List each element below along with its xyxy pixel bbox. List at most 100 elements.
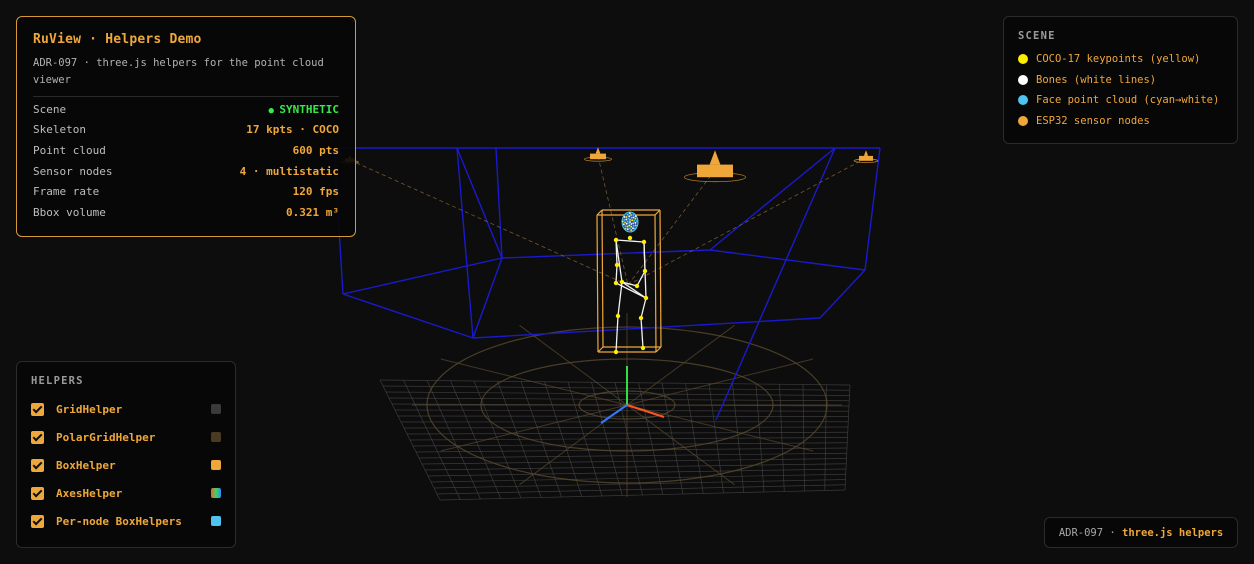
face-point (634, 215, 637, 218)
face-point (625, 216, 628, 218)
stat-label: Skeleton (33, 123, 86, 137)
face-point (626, 213, 629, 216)
helper-toggle-row[interactable]: GridHelper (31, 395, 221, 423)
helper-checkbox[interactable] (31, 430, 44, 444)
bone (640, 317, 644, 349)
helper-checkbox[interactable] (31, 458, 44, 472)
legend-item: Bones (white lines) (1018, 70, 1223, 91)
helper-label[interactable]: GridHelper (56, 403, 211, 416)
legend-item: COCO-17 keypoints (yellow) (1018, 49, 1223, 70)
keypoint (614, 262, 620, 268)
sensor-node-icon (859, 155, 873, 161)
helper-toggle-row[interactable]: Per-node BoxHelpers (31, 507, 221, 535)
legend-dot-icon (1018, 74, 1028, 85)
face-point (629, 227, 631, 230)
face-point (622, 223, 625, 226)
face-point (633, 219, 636, 222)
room-edge (819, 269, 866, 319)
face-point (626, 220, 629, 223)
helper-color-swatch (211, 404, 221, 414)
face-point (629, 219, 631, 221)
helper-toggle-row[interactable]: AxesHelper (31, 479, 221, 507)
polar-spoke (626, 324, 735, 406)
face-point (630, 216, 633, 219)
stat-label: Frame rate (33, 185, 100, 199)
face-point (632, 227, 634, 230)
bone (636, 270, 646, 287)
helper-label[interactable]: AxesHelper (56, 487, 211, 500)
helper-color-swatch (211, 516, 221, 526)
bbox-edge (654, 214, 657, 353)
stat-value: 4 · multistatic (239, 164, 339, 178)
face-point (621, 220, 624, 223)
room-edge (456, 147, 503, 259)
keypoint (613, 349, 619, 355)
room-edge (472, 317, 821, 339)
legend-label: ESP32 sensor nodes (1036, 115, 1150, 128)
keypoint (643, 295, 649, 301)
keypoint (640, 345, 646, 351)
face-point (627, 217, 630, 220)
face-point (630, 223, 633, 225)
stat-label: Point cloud (33, 143, 106, 157)
stat-value: 120 fps (292, 185, 339, 199)
face-point (628, 222, 630, 224)
legend-item: ESP32 sensor nodes (1018, 111, 1223, 132)
scene-legend-panel: SCENE COCO-17 keypoints (yellow) Bones (w… (1003, 16, 1238, 144)
helper-color-swatch (211, 460, 221, 470)
info-panel: RuView · Helpers Demo ADR-097 · three.js… (16, 16, 356, 237)
helper-checkbox[interactable] (31, 486, 44, 500)
face-point (624, 225, 627, 228)
face-point (624, 221, 626, 224)
helper-toggle-row[interactable]: PolarGridHelper (31, 423, 221, 451)
stat-row: Point cloud 600 pts (33, 140, 339, 161)
face-point (625, 222, 628, 225)
room-edge (715, 147, 836, 421)
keypoint (634, 283, 640, 289)
helper-checkbox[interactable] (31, 402, 44, 416)
bbox-edge (596, 209, 603, 216)
sensor-node-antenna-icon (709, 150, 721, 165)
face-point (626, 228, 629, 231)
footer-prefix: ADR-097 · (1058, 526, 1123, 539)
stat-value: 17 kpts · COCO (246, 123, 339, 137)
grid-line (379, 379, 851, 386)
room-edge (472, 257, 503, 339)
helper-label[interactable]: Per-node BoxHelpers (56, 515, 211, 528)
face-point (634, 224, 637, 227)
room-edge (864, 147, 881, 271)
status-text: SYNTHETIC (279, 102, 339, 116)
legend-label: COCO-17 keypoints (yellow) (1036, 53, 1201, 66)
keypoint (638, 315, 644, 321)
app-title: RuView · Helpers Demo (33, 32, 202, 47)
helpers-list: GridHelper PolarGridHelper BoxHelper AxesHe… (31, 395, 221, 535)
helper-label[interactable]: BoxHelper (56, 459, 211, 472)
keypoint (627, 235, 633, 241)
room-edge (709, 249, 866, 271)
helper-checkbox[interactable] (31, 514, 44, 528)
helpers-panel: HELPERS GridHelper PolarGridHelper BoxHelp… (16, 361, 236, 548)
scene-legend-title: SCENE (1018, 30, 1056, 42)
footer-badge: ADR-097 · three.js helpers (1044, 517, 1238, 548)
keypoint (619, 279, 625, 285)
bbox-edge (601, 209, 604, 348)
stat-row: Frame rate 120 fps (33, 181, 339, 202)
face-point (625, 218, 628, 221)
face-point (626, 225, 629, 228)
helper-toggle-row[interactable]: BoxHelper (31, 451, 221, 479)
keypoint (613, 280, 619, 286)
app-subtitle: ADR-097 · three.js helpers for the point… (33, 57, 324, 86)
room-edge (342, 293, 474, 339)
face-point (632, 224, 635, 227)
helper-label[interactable]: PolarGridHelper (56, 431, 211, 444)
room-edge (342, 257, 503, 295)
bone (617, 281, 623, 317)
stat-label: Scene (33, 102, 67, 116)
sensor-ray (349, 159, 629, 286)
legend-dot-icon (1018, 54, 1028, 65)
face-point (630, 225, 633, 228)
stat-row: Scene ● SYNTHETIC (33, 99, 339, 120)
room-edge (709, 147, 836, 251)
polar-spoke (626, 358, 814, 406)
helper-color-swatch (211, 432, 221, 442)
